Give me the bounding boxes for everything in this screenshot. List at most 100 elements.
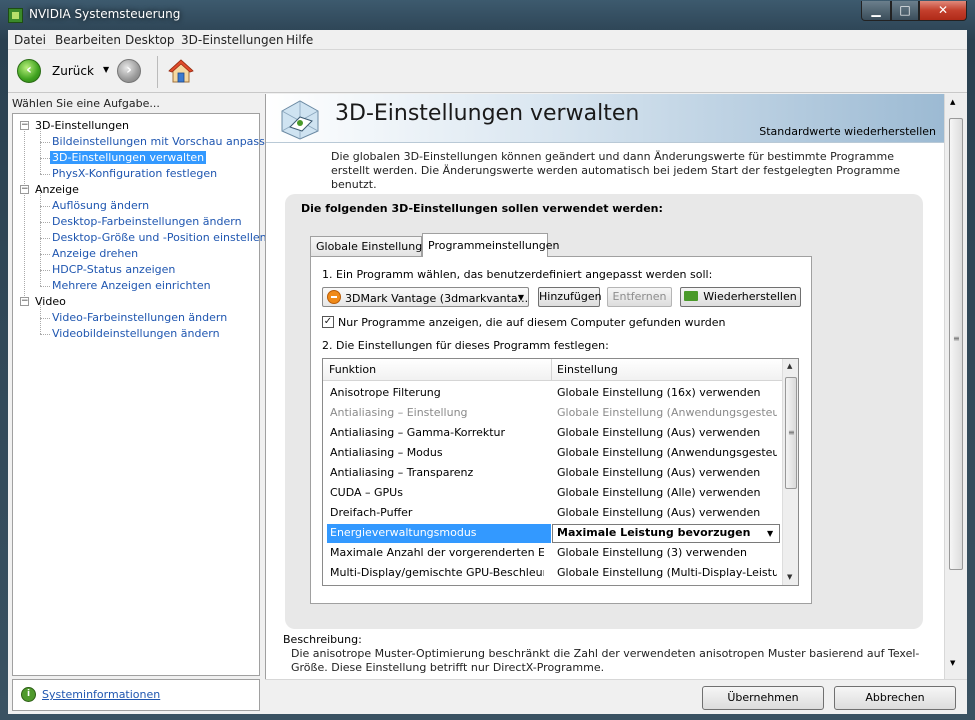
back-label[interactable]: Zurück — [52, 64, 94, 78]
tab-programmeinstellungen[interactable]: Programmeinstellungen — [422, 233, 560, 257]
scroll-down-icon[interactable]: ▼ — [787, 573, 792, 581]
sysinfo-link[interactable]: Systeminformationen — [42, 688, 160, 701]
tree-item-physx[interactable]: PhysX-Konfiguration festlegen — [52, 167, 217, 180]
program-select[interactable]: 3DMark Vantage (3dmarkvanta... ▼ — [322, 287, 529, 307]
tree-item-desktop-farbeinstellungen[interactable]: Desktop-Farbeinstellungen ändern — [52, 215, 242, 228]
tree-group-3d-einstellungen[interactable]: 3D-Einstellungen — [35, 119, 129, 132]
step2-label: 2. Die Einstellungen für dieses Programm… — [322, 339, 609, 352]
expander-3d-einstellungen[interactable]: − — [20, 121, 29, 130]
title-bar[interactable]: NVIDIA Systemsteuerung ▁ □ ✕ — [0, 0, 975, 30]
description-text: Die anisotrope Muster-Optimierung beschr… — [291, 647, 920, 674]
tree-item-hdcp-status[interactable]: HDCP-Status anzeigen — [52, 263, 175, 276]
menu-bearbeiten[interactable]: Bearbeiten — [55, 33, 121, 47]
cancel-button[interactable]: Abbrechen — [834, 686, 956, 710]
table-row[interactable]: Antialiasing – Transparenz Globale Einste… — [323, 463, 783, 483]
tree-line — [40, 286, 50, 287]
tree-item-mehrere-anzeigen[interactable]: Mehrere Anzeigen einrichten — [52, 279, 211, 292]
table-row[interactable]: CUDA – GPUs Globale Einstellung (Alle) ve… — [323, 483, 783, 503]
row-function: Antialiasing – Gamma-Korrektur — [330, 426, 506, 439]
column-divider[interactable] — [551, 359, 552, 381]
tree-group-anzeige[interactable]: Anzeige — [35, 183, 79, 196]
grid-scrollbar[interactable]: ▲ ≡ ▼ — [782, 359, 798, 585]
table-row[interactable]: Multi-Display/gemischte GPU-Beschleunigu… — [323, 563, 783, 583]
tree-line — [40, 270, 50, 271]
table-row[interactable]: Antialiasing – Einstellung Globale Einste… — [323, 403, 783, 423]
table-row-selected[interactable]: Energieverwaltungsmodus Maximale Leistun… — [323, 523, 783, 543]
restore-defaults-link[interactable]: Standardwerte wiederherstellen — [759, 125, 936, 138]
tree-item-aufloesung[interactable]: Auflösung ändern — [52, 199, 149, 212]
only-found-label[interactable]: Nur Programme anzeigen, die auf diesem C… — [338, 316, 726, 329]
row-function: Maximale Anzahl der vorgerenderten Einz… — [330, 546, 544, 559]
column-header-funktion[interactable]: Funktion — [329, 363, 376, 376]
tree-item-anzeige-drehen[interactable]: Anzeige drehen — [52, 247, 138, 260]
page-header: 3D-Einstellungen verwalten Standardwerte… — [266, 94, 944, 143]
menu-3d-einstellungen[interactable]: 3D-Einstellungen — [181, 33, 284, 47]
tree-line — [40, 206, 50, 207]
main-scrollbar[interactable]: ▲ ≡ ▼ — [944, 94, 967, 679]
back-arrow-icon: ‹ — [26, 62, 32, 78]
remove-program-button[interactable]: Entfernen — [607, 287, 672, 307]
row-setting: Globale Einstellung (Aus) verwenden — [557, 466, 761, 479]
table-row[interactable]: Antialiasing – Gamma-Korrektur Globale Ei… — [323, 423, 783, 443]
column-header-einstellung[interactable]: Einstellung — [557, 363, 618, 376]
table-row[interactable]: Dreifach-Puffer Globale Einstellung (Aus)… — [323, 503, 783, 523]
maximize-button[interactable]: □ — [891, 1, 919, 21]
tree-line — [40, 158, 50, 159]
tree-item-bildeinstellungen[interactable]: Bildeinstellungen mit Vorschau anpassen — [52, 135, 279, 148]
tree-group-video[interactable]: Video — [35, 295, 66, 308]
row-setting: Globale Einstellung (Anwendungsgesteuer… — [557, 446, 777, 459]
row-setting: Globale Einstellung (16x) verwenden — [557, 386, 761, 399]
expander-video[interactable]: − — [20, 297, 29, 306]
tree-line — [40, 318, 50, 319]
task-pane: Wählen Sie eine Aufgabe... − − − 3D-Eins… — [8, 94, 279, 679]
nvidia-logo-icon — [684, 291, 699, 301]
expander-anzeige[interactable]: − — [20, 185, 29, 194]
table-row[interactable]: Anisotrope Filterung Globale Einstellung … — [323, 383, 783, 403]
row-setting: Maximale Leistung bevorzugen — [557, 526, 751, 539]
task-tree[interactable]: − − − 3D-Einstellungen Bildeinstellungen… — [12, 113, 279, 676]
forward-button[interactable]: › — [117, 59, 141, 83]
main-scroll-thumb[interactable]: ≡ — [949, 118, 963, 570]
tab-globale-einstellungen[interactable]: Globale Einstellungen — [310, 236, 436, 256]
restore-program-button[interactable]: Wiederherstellen — [680, 287, 801, 307]
scroll-up-icon[interactable]: ▲ — [950, 98, 955, 106]
chevron-down-icon: ▼ — [517, 293, 524, 302]
table-row[interactable]: Antialiasing – Modus Globale Einstellung … — [323, 443, 783, 463]
tree-item-desktop-groesse[interactable]: Desktop-Größe und -Position einstellen — [52, 231, 267, 244]
apply-button[interactable]: Übernehmen — [702, 686, 824, 710]
tree-line — [40, 142, 50, 143]
home-icon[interactable] — [168, 58, 194, 84]
program-selected-value: 3DMark Vantage (3dmarkvanta... — [345, 292, 529, 305]
forward-arrow-icon: › — [126, 62, 132, 78]
menu-bar: Datei Bearbeiten Desktop 3D-Einstellunge… — [8, 30, 967, 50]
only-found-checkbox[interactable]: ✓ — [322, 316, 334, 328]
close-button[interactable]: ✕ — [919, 1, 967, 21]
back-button[interactable]: ‹ — [17, 59, 41, 83]
nvidia-app-icon — [8, 8, 23, 23]
tree-item-video-farbeinstellungen[interactable]: Video-Farbeinstellungen ändern — [52, 311, 227, 324]
scroll-up-icon[interactable]: ▲ — [787, 362, 792, 370]
table-row[interactable]: Maximale Anzahl der vorgerenderten Einz…… — [323, 543, 783, 563]
minimize-button[interactable]: ▁ — [861, 1, 891, 21]
scroll-down-icon[interactable]: ▼ — [950, 659, 955, 667]
menu-datei[interactable]: Datei — [14, 33, 46, 47]
add-program-button[interactable]: Hinzufügen — [538, 287, 602, 307]
tree-item-videobildeinstellungen[interactable]: Videobildeinstellungen ändern — [52, 327, 220, 340]
tree-item-3d-einstellungen-verwalten[interactable]: 3D-Einstellungen verwalten — [50, 151, 207, 164]
row-function: Antialiasing – Transparenz — [330, 466, 474, 479]
tree-line — [40, 238, 50, 239]
history-dropdown-icon[interactable]: ▼ — [103, 65, 109, 74]
grip-icon: ≡ — [788, 428, 795, 437]
chevron-down-icon[interactable]: ▼ — [767, 529, 773, 538]
menu-hilfe[interactable]: Hilfe — [286, 33, 313, 47]
grid-scroll-thumb[interactable]: ≡ — [785, 377, 797, 489]
menu-desktop[interactable]: Desktop — [125, 33, 175, 47]
grip-icon: ≡ — [953, 334, 960, 343]
tree-line — [24, 190, 25, 302]
info-icon: i — [21, 687, 36, 702]
toolbar-separator — [157, 56, 158, 88]
restore-program-label: Wiederherstellen — [703, 290, 797, 303]
row-function: Multi-Display/gemischte GPU-Beschleunigu… — [330, 566, 544, 579]
settings-grid[interactable]: Funktion Einstellung Anisotrope Filterun… — [322, 358, 799, 586]
row-function: Energieverwaltungsmodus — [330, 526, 477, 539]
